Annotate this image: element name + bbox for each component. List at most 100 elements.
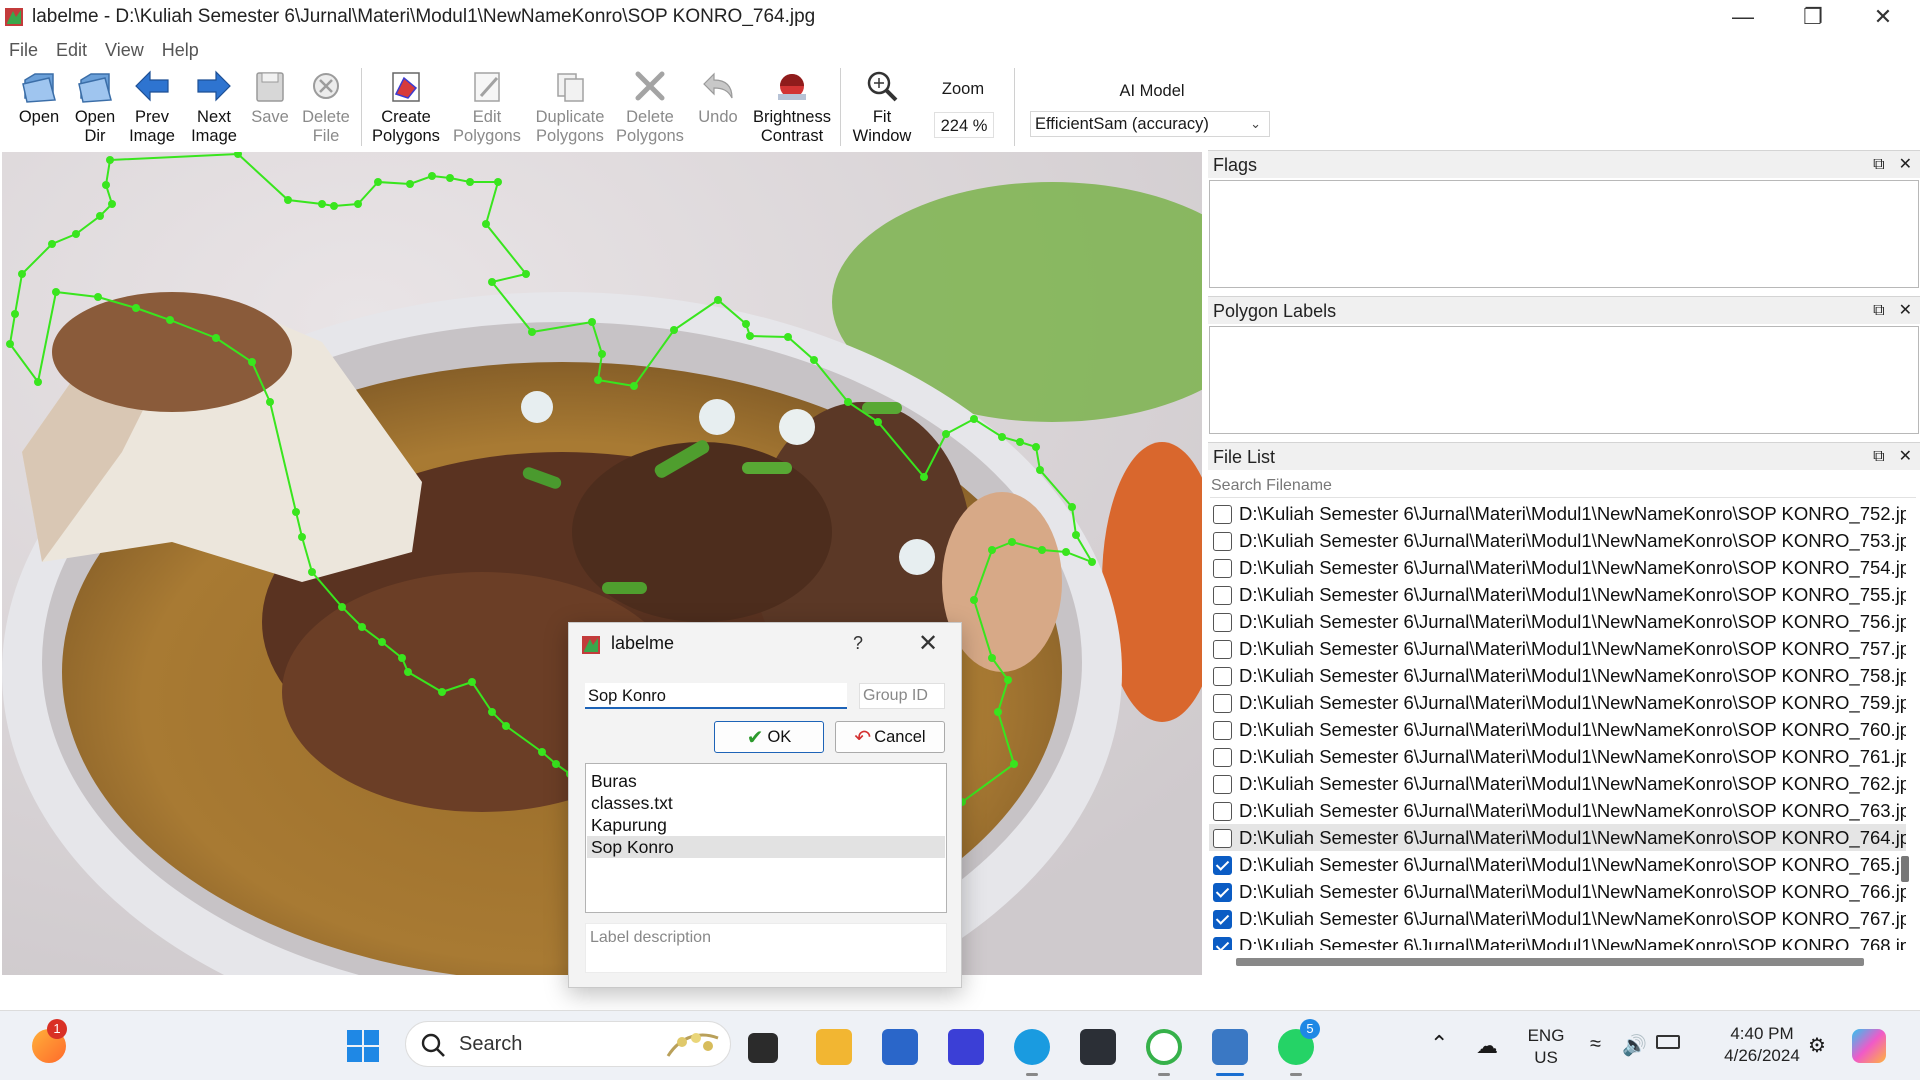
polygon-vertex[interactable]	[212, 334, 220, 342]
polygon-vertex[interactable]	[1062, 548, 1070, 556]
polygon-vertex[interactable]	[102, 181, 110, 189]
file-checkbox[interactable]	[1213, 883, 1232, 902]
label-description-input[interactable]: Label description	[585, 923, 947, 973]
polygon-vertex[interactable]	[374, 178, 382, 186]
polygon-vertex[interactable]	[1004, 676, 1012, 684]
polygon-vertex[interactable]	[482, 220, 490, 228]
chevron-up-icon[interactable]: ⌃	[1430, 1031, 1448, 1057]
menu-file[interactable]: File	[0, 38, 47, 62]
polygon-vertex[interactable]	[1068, 503, 1076, 511]
polygon-vertex[interactable]	[1072, 531, 1080, 539]
polygon-vertex[interactable]	[132, 304, 140, 312]
file-checkbox[interactable]	[1213, 532, 1232, 551]
polygon-vertex[interactable]	[354, 200, 362, 208]
file-checkbox[interactable]	[1213, 640, 1232, 659]
polygon-vertex[interactable]	[358, 623, 366, 631]
minimize-button[interactable]: —	[1708, 0, 1778, 34]
close-icon[interactable]: ✕	[1899, 302, 1912, 319]
polygon-vertex[interactable]	[106, 156, 114, 164]
polygon-vertex[interactable]	[330, 202, 338, 210]
polygon-vertex[interactable]	[874, 418, 882, 426]
file-checkbox[interactable]	[1213, 937, 1232, 950]
polygon-vertex[interactable]	[988, 546, 996, 554]
file-list-item[interactable]: D:\Kuliah Semester 6\Jurnal\Materi\Modul…	[1209, 662, 1906, 689]
polygon-vertex[interactable]	[34, 378, 42, 386]
menu-view[interactable]: View	[96, 38, 153, 62]
file-list-item[interactable]: D:\Kuliah Semester 6\Jurnal\Materi\Modul…	[1209, 608, 1906, 635]
polygon-vertex[interactable]	[942, 430, 950, 438]
float-icon[interactable]: ⧉	[1873, 448, 1884, 465]
polygon-vertex[interactable]	[1016, 438, 1024, 446]
close-icon[interactable]: ✕	[1899, 448, 1912, 465]
file-list-vertical-scrollbar[interactable]	[1901, 856, 1909, 882]
create-polygons-button[interactable]: Create Polygons	[370, 68, 442, 146]
python-icon[interactable]	[1212, 1029, 1248, 1065]
polygon-vertex[interactable]	[308, 568, 316, 576]
delete-polygons-button[interactable]: Delete Polygons	[614, 68, 686, 146]
label-list-item[interactable]: Buras	[587, 770, 945, 792]
file-checkbox[interactable]	[1213, 856, 1232, 875]
polygon-vertex[interactable]	[428, 172, 436, 180]
windows-start-icon[interactable]	[346, 1029, 380, 1063]
menu-edit[interactable]: Edit	[47, 38, 96, 62]
ok-button[interactable]: ✔ OK	[714, 721, 824, 753]
file-checkbox[interactable]	[1213, 910, 1232, 929]
polygon-vertex[interactable]	[742, 320, 750, 328]
polygon-vertex[interactable]	[318, 200, 326, 208]
polygon-vertex[interactable]	[488, 278, 496, 286]
zoom-input[interactable]: 224 %	[934, 112, 994, 138]
close-icon[interactable]: ✕	[1899, 156, 1912, 173]
label-list-item[interactable]: Sop Konro	[587, 836, 945, 858]
polygon-vertex[interactable]	[292, 508, 300, 516]
polygon-vertex[interactable]	[994, 708, 1002, 716]
polygon-vertex[interactable]	[502, 722, 510, 730]
wifi-icon[interactable]: ≈	[1590, 1033, 1601, 1056]
maximize-button[interactable]: ❐	[1778, 0, 1848, 34]
file-list-item[interactable]: D:\Kuliah Semester 6\Jurnal\Materi\Modul…	[1209, 500, 1906, 527]
file-list-item[interactable]: D:\Kuliah Semester 6\Jurnal\Materi\Modul…	[1209, 527, 1906, 554]
file-checkbox[interactable]	[1213, 613, 1232, 632]
polygon-vertex[interactable]	[488, 708, 496, 716]
polygon-vertex[interactable]	[630, 382, 638, 390]
group-id-input[interactable]: Group ID	[859, 683, 945, 709]
polygon-vertex[interactable]	[248, 358, 256, 366]
fit-window-button[interactable]: Fit Window	[850, 68, 914, 146]
float-icon[interactable]: ⧉	[1873, 302, 1884, 319]
polygon-vertex[interactable]	[338, 603, 346, 611]
file-checkbox[interactable]	[1213, 802, 1232, 821]
app-circle-icon[interactable]	[1146, 1029, 1182, 1065]
polygon-vertex[interactable]	[108, 200, 116, 208]
polygon-vertex[interactable]	[166, 316, 174, 324]
file-list-item[interactable]: D:\Kuliah Semester 6\Jurnal\Materi\Modul…	[1209, 689, 1906, 716]
polygon-vertex[interactable]	[52, 288, 60, 296]
next-image-button[interactable]: Next Image	[186, 68, 242, 146]
polygon-vertex[interactable]	[438, 688, 446, 696]
file-checkbox[interactable]	[1213, 775, 1232, 794]
polygon-vertex[interactable]	[988, 654, 996, 662]
polygon-vertex[interactable]	[746, 332, 754, 340]
polygon-vertex[interactable]	[404, 668, 412, 676]
menu-help[interactable]: Help	[153, 38, 208, 62]
polygon-vertex[interactable]	[6, 340, 14, 348]
polygon-vertex[interactable]	[398, 654, 406, 662]
file-list-item[interactable]: D:\Kuliah Semester 6\Jurnal\Materi\Modul…	[1209, 554, 1906, 581]
polygon-vertex[interactable]	[266, 398, 274, 406]
polygon-vertex[interactable]	[1032, 443, 1040, 451]
polygon-vertex[interactable]	[588, 318, 596, 326]
cloud-offline-icon[interactable]: ☁	[1476, 1033, 1498, 1059]
polygon-vertex[interactable]	[1010, 760, 1018, 768]
polygon-vertex[interactable]	[72, 230, 80, 238]
polygon-vertex[interactable]	[298, 533, 306, 541]
taskbar-search[interactable]: Search	[405, 1021, 731, 1067]
polygon-vertex[interactable]	[96, 212, 104, 220]
file-list-item[interactable]: D:\Kuliah Semester 6\Jurnal\Materi\Modul…	[1209, 824, 1906, 851]
polygon-vertex[interactable]	[522, 270, 530, 278]
polygon-vertex[interactable]	[528, 328, 536, 336]
edit-polygons-button[interactable]: Edit Polygons	[450, 68, 524, 146]
file-checkbox[interactable]	[1213, 694, 1232, 713]
save-button[interactable]: Save	[248, 68, 292, 127]
cancel-button[interactable]: ↶ Cancel	[835, 721, 945, 753]
polygon-vertex[interactable]	[670, 326, 678, 334]
polygon-vertex[interactable]	[844, 398, 852, 406]
float-icon[interactable]: ⧉	[1873, 156, 1884, 173]
